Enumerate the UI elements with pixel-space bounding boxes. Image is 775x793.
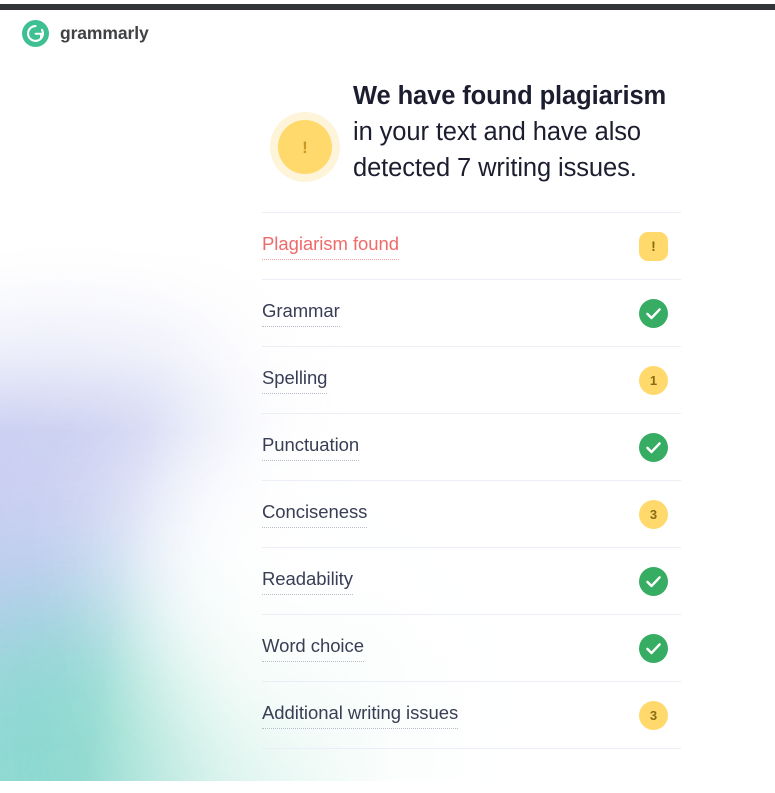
brand-name: grammarly xyxy=(60,22,149,43)
check-circle-icon xyxy=(639,566,668,596)
brand-logo[interactable]: grammarly xyxy=(22,20,149,47)
alert-circle: ! xyxy=(278,120,332,174)
count-badge-icon: 3 xyxy=(639,700,668,730)
issue-list: Plagiarism found! Grammar Spelling 1 Punctua… xyxy=(262,212,681,749)
check-circle-icon xyxy=(639,298,668,328)
issue-row[interactable]: Spelling 1 xyxy=(262,346,681,413)
issue-label[interactable]: Word choice xyxy=(262,634,364,662)
issue-label[interactable]: Readability xyxy=(262,567,353,595)
report-content: ! We have found plagiarism in your text … xyxy=(262,78,681,749)
background-blob-violet xyxy=(0,262,240,562)
count-badge-icon: 1 xyxy=(639,365,668,395)
plagiarism-report-page: grammarly ! We have found plagiarism in … xyxy=(0,0,775,793)
issue-row[interactable]: Plagiarism found! xyxy=(262,212,681,279)
check-circle-icon xyxy=(639,633,668,663)
issue-label[interactable]: Grammar xyxy=(262,299,340,327)
issue-label[interactable]: Spelling xyxy=(262,366,327,394)
background-blob-blue xyxy=(0,332,230,732)
issue-row[interactable]: Conciseness 3 xyxy=(262,480,681,547)
issue-row[interactable]: Readability xyxy=(262,547,681,614)
issue-row[interactable]: Additional writing issues 3 xyxy=(262,681,681,749)
issue-row[interactable]: Punctuation xyxy=(262,413,681,480)
exclamation-badge-icon: ! xyxy=(639,231,668,261)
alert-exclamation-glyph: ! xyxy=(302,137,308,157)
top-system-bar xyxy=(0,4,775,10)
issue-label[interactable]: Plagiarism found xyxy=(262,232,399,260)
headline-section: ! We have found plagiarism in your text … xyxy=(262,78,681,186)
issue-label[interactable]: Additional writing issues xyxy=(262,701,458,729)
page-title: We have found plagiarism in your text an… xyxy=(353,78,681,186)
issue-label[interactable]: Conciseness xyxy=(262,500,367,528)
issue-label[interactable]: Punctuation xyxy=(262,433,359,461)
issue-row[interactable]: Grammar xyxy=(262,279,681,346)
count-badge-icon: 3 xyxy=(639,499,668,529)
headline-bold-text: We have found plagiarism xyxy=(353,82,667,110)
issue-row[interactable]: Word choice xyxy=(262,614,681,681)
check-circle-icon xyxy=(639,432,668,462)
grammarly-g-icon xyxy=(22,20,49,47)
plagiarism-alert-icon: ! xyxy=(270,112,340,182)
headline-rest-text: in your text and have also detected 7 wr… xyxy=(353,118,641,182)
